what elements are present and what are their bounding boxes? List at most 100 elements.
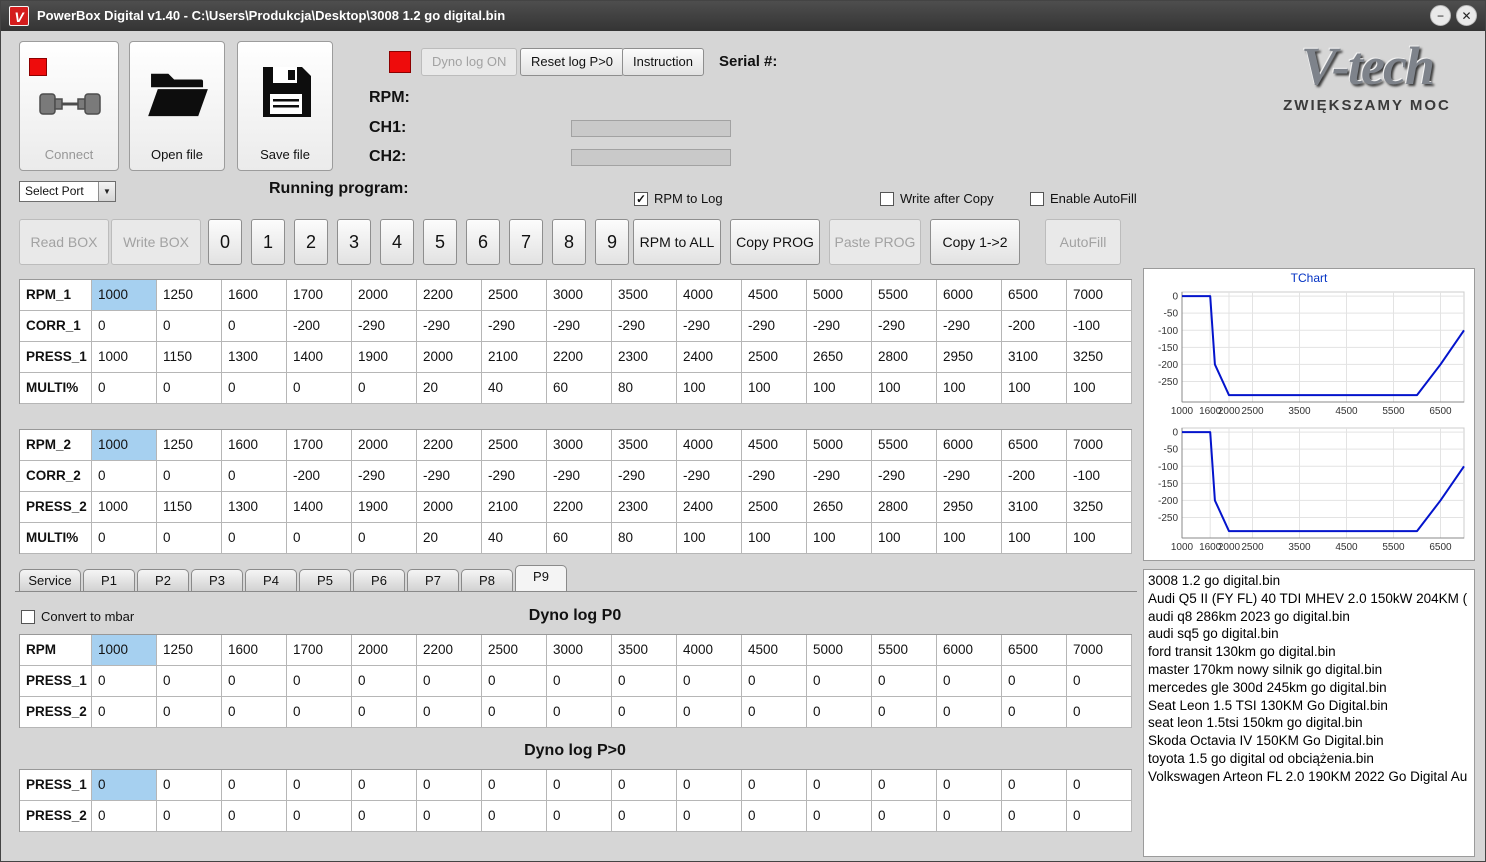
table-cell[interactable]: 2500 [482,280,547,311]
dyno-log-on-button[interactable]: Dyno log ON [421,48,518,76]
table-cell[interactable]: 2500 [742,492,807,523]
table-cell[interactable]: 4500 [742,430,807,461]
table-cell[interactable]: 1250 [157,430,222,461]
table-cell[interactable]: 0 [612,801,677,832]
table-cell[interactable]: 2000 [352,280,417,311]
table-cell[interactable]: -290 [872,461,937,492]
table-cell[interactable]: 0 [92,373,157,404]
tab-service[interactable]: Service [19,569,81,592]
tab-p9[interactable]: P9 [515,565,567,592]
table-cell[interactable]: 0 [677,770,742,801]
table-cell[interactable]: 100 [742,373,807,404]
table-cell[interactable]: 0 [612,697,677,728]
table-cell[interactable]: 3250 [1067,342,1132,373]
tab-p3[interactable]: P3 [191,569,243,592]
table-cell[interactable]: 60 [547,523,612,554]
file-list-item[interactable]: 3008 1.2 go digital.bin [1145,572,1473,590]
table-cell[interactable]: 0 [547,770,612,801]
table-cell[interactable]: -290 [807,311,872,342]
table-cell[interactable]: 1150 [157,492,222,523]
table-cell[interactable]: 1250 [157,635,222,666]
table-cell[interactable]: 0 [157,373,222,404]
file-list-item[interactable]: Skoda Octavia IV 150KM Go Digital.bin [1145,732,1473,750]
program-button-6[interactable]: 6 [466,219,500,265]
table-cell[interactable]: 3000 [547,430,612,461]
table-cell[interactable]: 0 [417,697,482,728]
table-cell[interactable]: 1900 [352,492,417,523]
table-cell[interactable]: 7000 [1067,430,1132,461]
table-cell[interactable]: 0 [807,770,872,801]
table-cell[interactable]: 0 [1067,666,1132,697]
table-cell[interactable]: 1000 [92,430,157,461]
table-cell[interactable]: 2300 [612,342,677,373]
table-cell[interactable]: -200 [1002,461,1067,492]
table-cell[interactable]: 100 [872,373,937,404]
table-cell[interactable]: 1700 [287,280,352,311]
table-cell[interactable]: 100 [1002,373,1067,404]
write-box-button[interactable]: Write BOX [111,219,201,265]
table-cell[interactable]: -290 [937,461,1002,492]
table-cell[interactable]: 1700 [287,430,352,461]
table-cell[interactable]: -290 [352,311,417,342]
table-cell[interactable]: 0 [677,697,742,728]
file-list-item[interactable]: toyota 1.5 go digital od obciążenia.bin [1145,750,1473,768]
table-cell[interactable]: -200 [1002,311,1067,342]
table-cell[interactable]: -290 [872,311,937,342]
enable-autofill-checkbox[interactable] [1030,191,1044,206]
table-cell[interactable]: 1000 [92,635,157,666]
table-cell[interactable]: -200 [287,311,352,342]
program-button-8[interactable]: 8 [552,219,586,265]
table-cell[interactable]: 5000 [807,635,872,666]
table-cell[interactable]: 0 [157,801,222,832]
table-cell[interactable]: 2200 [417,430,482,461]
program-button-9[interactable]: 9 [595,219,629,265]
table-cell[interactable]: -290 [742,311,807,342]
table-cell[interactable]: 1400 [287,492,352,523]
table-cell[interactable]: 3500 [612,635,677,666]
rpm-to-log-option[interactable]: ✓ RPM to Log [634,191,723,206]
table-cell[interactable]: 2200 [547,492,612,523]
tab-p4[interactable]: P4 [245,569,297,592]
table-cell[interactable]: 0 [482,801,547,832]
table-cell[interactable]: 100 [937,523,1002,554]
table-cell[interactable]: 0 [222,461,287,492]
table-cell[interactable]: 0 [222,697,287,728]
table-cell[interactable]: 100 [1067,523,1132,554]
table-cell[interactable]: 0 [352,373,417,404]
table-cell[interactable]: -290 [547,461,612,492]
table-cell[interactable]: 2400 [677,492,742,523]
table-cell[interactable]: 6000 [937,635,1002,666]
table-cell[interactable]: 4000 [677,280,742,311]
table-cell[interactable]: 2100 [482,492,547,523]
table-cell[interactable]: 0 [417,666,482,697]
table-cell[interactable]: -290 [417,311,482,342]
table-cell[interactable]: 5500 [872,430,937,461]
minimize-button[interactable]: − [1430,5,1451,26]
table-cell[interactable]: 2200 [417,280,482,311]
table-cell[interactable]: 0 [92,770,157,801]
table-cell[interactable]: 100 [937,373,1002,404]
table-cell[interactable]: 0 [1067,697,1132,728]
program-button-5[interactable]: 5 [423,219,457,265]
table-cell[interactable]: 2000 [417,342,482,373]
table-cell[interactable]: 0 [547,801,612,832]
file-list-item[interactable]: seat leon 1.5tsi 150km go digital.bin [1145,714,1473,732]
table-cell[interactable]: 2000 [417,492,482,523]
table-cell[interactable]: 0 [352,666,417,697]
table-cell[interactable]: 0 [157,461,222,492]
table-cell[interactable]: 1000 [92,280,157,311]
table-cell[interactable]: -290 [417,461,482,492]
table-cell[interactable]: 0 [222,373,287,404]
table-cell[interactable]: 0 [742,697,807,728]
write-after-copy-option[interactable]: Write after Copy [880,191,994,206]
table-cell[interactable]: 2300 [612,492,677,523]
table-cell[interactable]: 2000 [352,430,417,461]
table-cell[interactable]: 7000 [1067,280,1132,311]
table-cell[interactable]: -290 [677,461,742,492]
table-cell[interactable]: 5000 [807,280,872,311]
table-cell[interactable]: 0 [937,697,1002,728]
table-cell[interactable]: 3100 [1002,342,1067,373]
table-cell[interactable]: 40 [482,373,547,404]
table-cell[interactable]: 0 [807,666,872,697]
program-button-3[interactable]: 3 [337,219,371,265]
